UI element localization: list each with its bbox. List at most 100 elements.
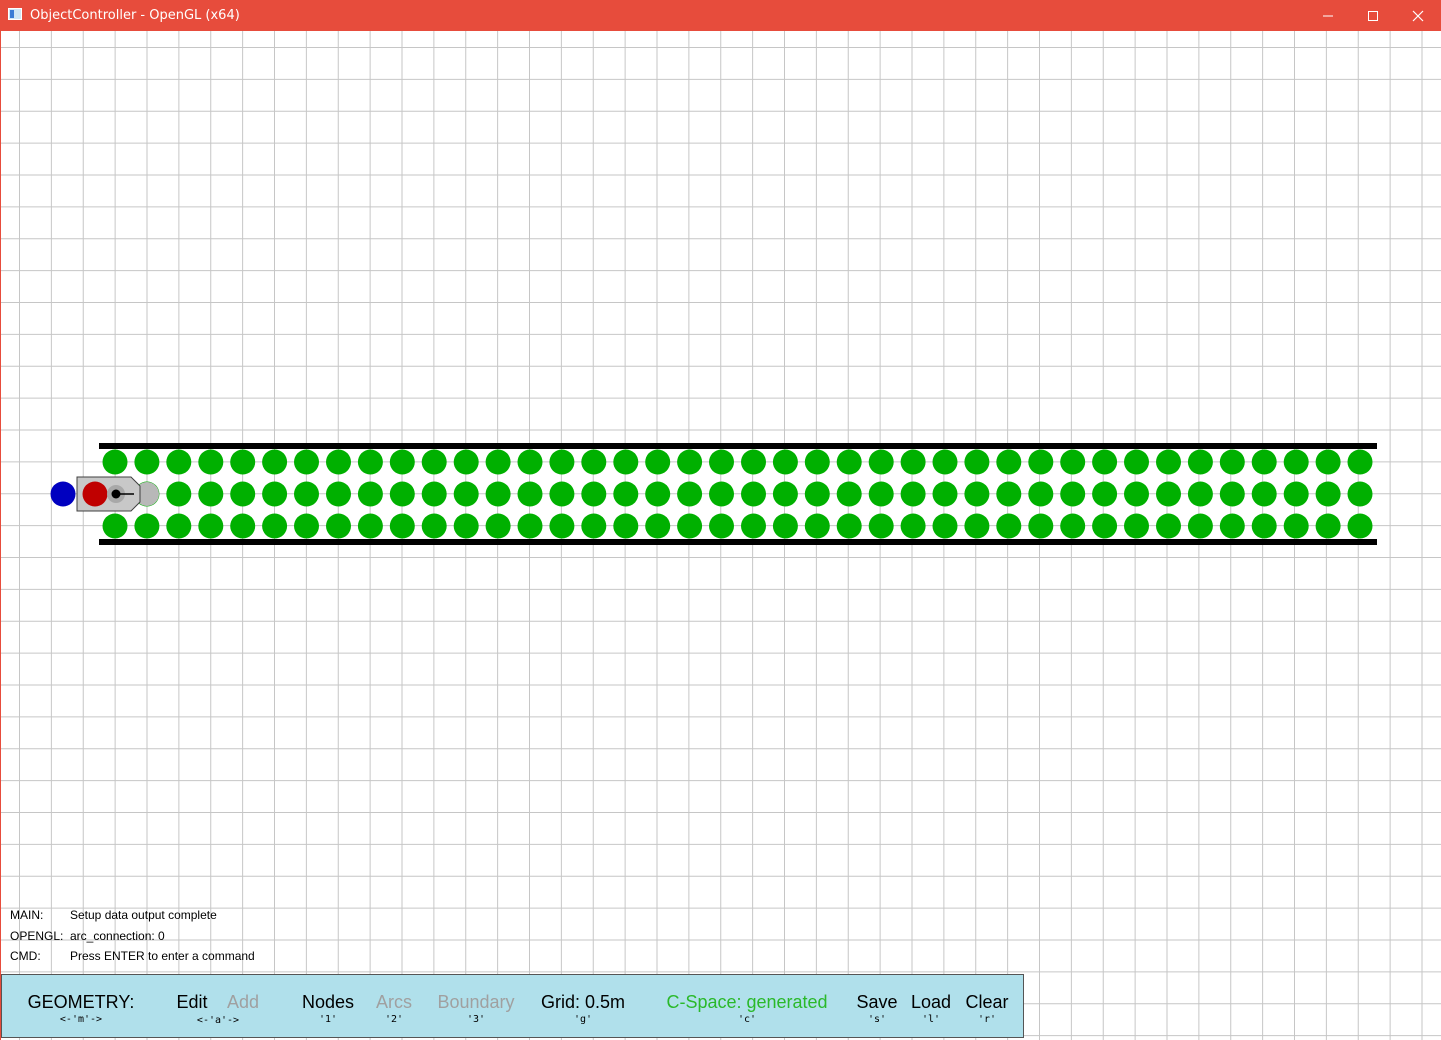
mode-toolbar: GEOMETRY: <-'m'-> Edit Add <-'a'-> Nodes… <box>1 974 1024 1038</box>
graph-node <box>1028 513 1054 539</box>
graph-node <box>230 481 256 507</box>
cspace-key: 'c' <box>737 1014 757 1025</box>
opengl-canvas[interactable] <box>1 31 1441 1040</box>
window-title: ObjectController - OpenGL (x64) <box>30 8 240 23</box>
graph-node <box>517 481 543 507</box>
graph-node <box>964 449 990 475</box>
corridor-wall-bottom <box>99 539 1377 545</box>
graph-node <box>1060 481 1086 507</box>
graph-node <box>1156 481 1181 507</box>
graph-node <box>613 481 639 507</box>
graph-node <box>1347 449 1373 475</box>
cspace-button[interactable]: C-Space: generated 'c' <box>666 991 827 1025</box>
graph-node <box>1124 449 1149 475</box>
arcs-key: '2' <box>384 1014 404 1025</box>
scene-svg[interactable] <box>1 31 1441 1040</box>
graph-node <box>198 513 224 539</box>
close-icon <box>1412 10 1424 21</box>
graph-node <box>357 513 383 539</box>
graph-node <box>900 513 926 539</box>
graph-node <box>262 513 288 539</box>
graph-node <box>1251 481 1277 507</box>
graph-node <box>1219 481 1245 507</box>
graph-node <box>1187 481 1213 507</box>
graph-node <box>421 513 447 539</box>
graph-node <box>1251 513 1277 539</box>
close-button[interactable] <box>1395 0 1441 31</box>
graph-node <box>1028 449 1054 475</box>
graph-node <box>326 481 351 507</box>
graph-node <box>357 449 383 475</box>
graph-node <box>1187 449 1213 475</box>
add-label: Add <box>226 992 260 1012</box>
save-button[interactable]: Save 's' <box>856 991 897 1025</box>
graph-node <box>868 449 894 475</box>
boundary-button[interactable]: Boundary '3' <box>437 991 514 1025</box>
minimize-icon <box>1323 15 1333 16</box>
graph-node <box>326 513 351 539</box>
grid-key: 'g' <box>573 1014 593 1025</box>
graph-node <box>1315 449 1341 475</box>
title-bar: ObjectController - OpenGL (x64) <box>0 0 1441 31</box>
cspace-label: C-Space: generated <box>666 992 828 1012</box>
graph-node <box>485 513 511 539</box>
graph-node <box>741 513 766 539</box>
minimize-button[interactable] <box>1305 0 1351 31</box>
graph-node <box>421 481 447 507</box>
graph-node <box>389 449 415 475</box>
graph-node <box>836 481 862 507</box>
graph-node <box>741 481 766 507</box>
graph-node <box>964 481 990 507</box>
graph-node <box>1028 481 1054 507</box>
graph-node <box>964 513 990 539</box>
log-label: MAIN: <box>10 908 44 922</box>
graph-node <box>166 481 192 507</box>
graph-node <box>772 481 798 507</box>
grid-button[interactable]: Grid: 0.5m 'g' <box>541 991 625 1025</box>
graph-node <box>1156 449 1181 475</box>
log-line-cmd: CMD: Press ENTER to enter a command <box>10 949 255 963</box>
clear-key: 'r' <box>977 1014 997 1025</box>
log-message: arc_connection: 0 <box>70 929 165 943</box>
graph-node <box>102 449 128 475</box>
graph-node <box>102 513 128 539</box>
edit-add-key-hint: <-'a'-> <box>197 1014 239 1026</box>
graph-node <box>453 449 479 475</box>
graph-node <box>1283 449 1309 475</box>
graph-node <box>1315 513 1341 539</box>
graph-node <box>804 481 830 507</box>
graph-node <box>1060 513 1086 539</box>
geometry-mode-button[interactable]: GEOMETRY: <-'m'-> <box>28 991 135 1025</box>
graph-node <box>1283 513 1309 539</box>
graph-node <box>900 481 926 507</box>
graph-node <box>581 449 607 475</box>
nodes-button[interactable]: Nodes '1' <box>302 991 354 1025</box>
log-label: CMD: <box>10 949 41 963</box>
graph-node <box>996 513 1022 539</box>
graph-node <box>741 449 766 475</box>
geometry-mode-key: <-'m'-> <box>59 1014 103 1025</box>
graph-node <box>836 513 862 539</box>
clear-label: Clear <box>965 992 1009 1012</box>
graph-node <box>645 449 671 475</box>
graph-node <box>709 449 734 475</box>
graph-node <box>134 513 160 539</box>
add-button[interactable]: Add <box>227 991 259 1013</box>
graph-node <box>453 513 479 539</box>
save-key: 's' <box>867 1014 887 1025</box>
graph-node <box>166 449 192 475</box>
graph-node <box>262 481 288 507</box>
graph-node <box>581 513 607 539</box>
graph-node <box>677 449 703 475</box>
graph-node <box>1124 481 1149 507</box>
graph-node <box>294 449 319 475</box>
graph-node <box>1347 513 1373 539</box>
graph-node <box>517 449 543 475</box>
goal-marker <box>50 481 76 507</box>
clear-button[interactable]: Clear 'r' <box>965 991 1008 1025</box>
edit-button[interactable]: Edit <box>176 991 207 1013</box>
load-button[interactable]: Load 'l' <box>911 991 951 1025</box>
arcs-button[interactable]: Arcs '2' <box>376 991 412 1025</box>
maximize-button[interactable] <box>1350 0 1396 31</box>
load-label: Load <box>910 992 952 1012</box>
